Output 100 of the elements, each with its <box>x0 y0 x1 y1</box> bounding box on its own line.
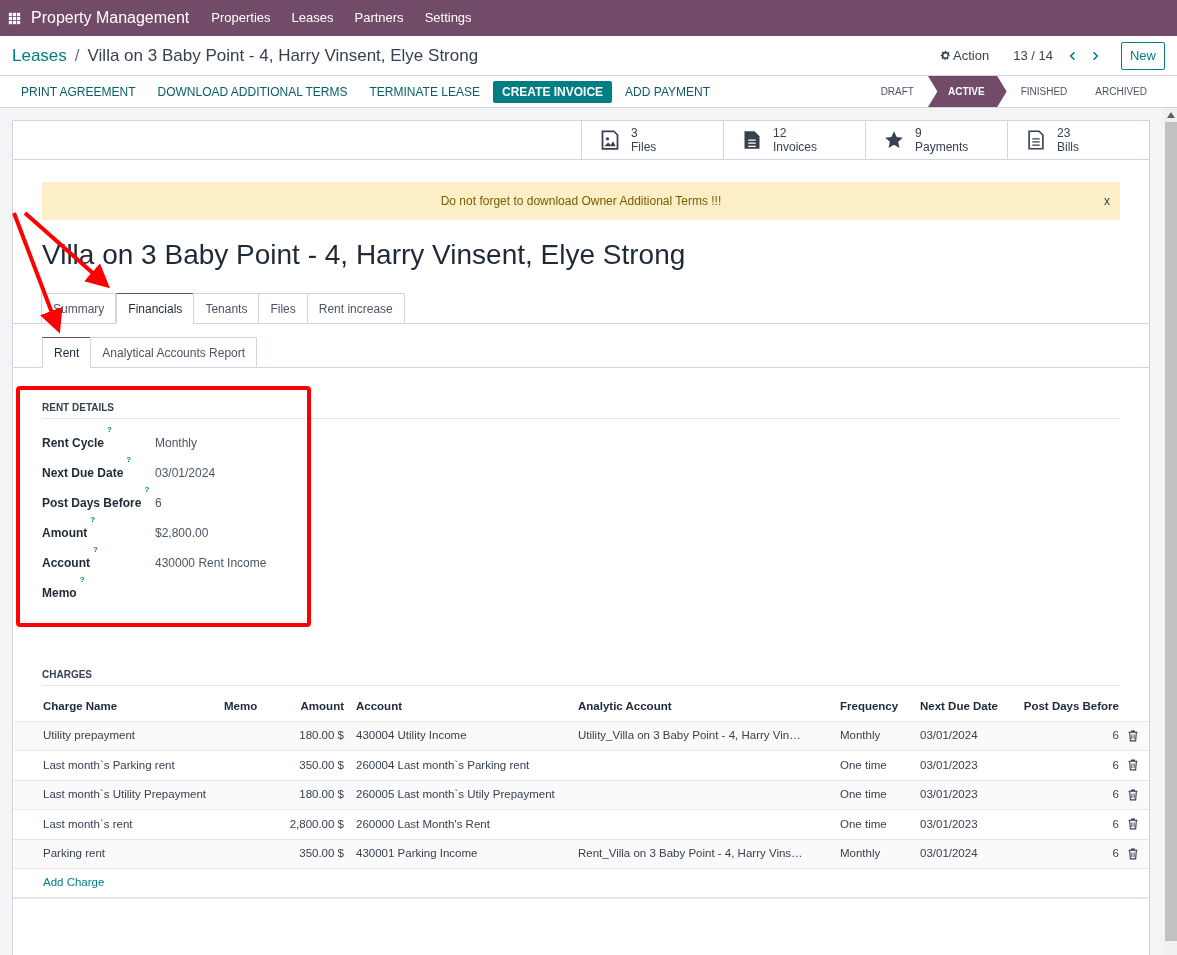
field-value: Monthly <box>155 435 198 452</box>
header-button[interactable]: DOWNLOAD ADDITIONAL TERMS <box>148 80 357 103</box>
status-stage[interactable]: ACTIVE <box>927 76 1007 107</box>
table-cell: 350.00 $ <box>278 750 350 780</box>
smart-button-label: Payments <box>915 140 969 154</box>
table-cell: 6 <box>1010 809 1125 839</box>
tab[interactable]: Rent increase <box>306 293 405 324</box>
tab[interactable]: Rent <box>42 337 92 368</box>
header-button[interactable]: PRINT AGREEMENT <box>12 80 145 103</box>
table-cell: 260000 Last Month's Rent <box>350 809 572 839</box>
header-button[interactable]: ADD PAYMENT <box>616 80 719 103</box>
delete-button[interactable] <box>1127 759 1139 772</box>
table-cell: Last month`s Parking rent <box>13 750 218 780</box>
field-label: Post Days Before <box>42 495 142 512</box>
header-button[interactable]: CREATE INVOICE <box>492 80 613 103</box>
delete-button[interactable] <box>1127 788 1139 801</box>
section-heading: RENT DETAILS <box>42 400 1120 419</box>
column-header[interactable]: Frequency <box>834 692 914 721</box>
field-value: 6 <box>155 495 162 512</box>
alert-message: Do not forget to download Owner Additional Terms !!! <box>440 193 722 210</box>
delete-button[interactable] <box>1127 847 1139 860</box>
field-label: Next Due Date <box>42 465 124 482</box>
smart-button[interactable]: 12 Invoices <box>723 121 865 159</box>
table-cell: 2,800.00 $ <box>278 809 350 839</box>
trash-icon <box>1127 729 1139 742</box>
smart-button[interactable]: 9 Payments <box>865 121 1007 159</box>
table-cell: 260004 Last month`s Parking rent <box>350 750 572 780</box>
table-cell: 430001 Parking Income <box>350 839 572 869</box>
table-cell: Last month`s rent <box>13 809 218 839</box>
breadcrumb-link[interactable]: Leases <box>12 42 67 69</box>
column-header[interactable]: Memo <box>218 692 278 721</box>
tab[interactable]: Analytical Accounts Report <box>90 337 258 368</box>
breadcrumb-separator: / <box>74 44 80 67</box>
table-cell: 03/01/2023 <box>914 780 1010 810</box>
tab[interactable]: Financials <box>116 293 195 324</box>
table-cell: 180.00 $ <box>278 721 350 751</box>
app-name[interactable]: Property Management <box>31 6 190 30</box>
gear-icon <box>940 50 952 61</box>
status-stage[interactable]: FINISHED <box>1006 76 1082 107</box>
breadcrumb-current: Villa on 3 Baby Point - 4, Harry Vinsent, Elye Strong <box>87 44 479 67</box>
table-cell: Parking rent <box>13 839 218 869</box>
table-cell: 6 <box>1010 721 1125 751</box>
table-cell: 260005 Last month`s Utily Prepayment <box>350 780 572 810</box>
status-stage[interactable]: DRAFT <box>866 76 928 107</box>
table-cell: 430004 Utility Income <box>350 721 572 751</box>
trash-icon <box>1127 788 1139 801</box>
column-header[interactable]: Account <box>350 692 572 721</box>
menu-item[interactable]: Settings <box>424 8 472 28</box>
app-grid-icon[interactable] <box>8 11 21 25</box>
table-cell: 350.00 $ <box>278 839 350 869</box>
table-cell: One time <box>834 750 914 780</box>
smart-button[interactable]: 3 Files <box>581 121 723 159</box>
table-cell: Monthly <box>834 721 914 751</box>
table-cell: One time <box>834 809 914 839</box>
pager-counter: 13 / 14 <box>1013 46 1053 65</box>
menu-item[interactable]: Leases <box>291 8 334 28</box>
smart-button[interactable]: 23 Bills <box>1007 121 1149 159</box>
document-icon <box>742 130 762 150</box>
new-button[interactable]: New <box>1121 41 1165 70</box>
smart-button-count: 3 <box>631 126 639 140</box>
smart-button-label: Files <box>631 140 657 154</box>
smart-button-count: 9 <box>915 126 923 140</box>
column-header[interactable]: Post Days Before <box>1010 692 1125 721</box>
table-cell: One time <box>834 780 914 810</box>
action-menu-button[interactable]: Action <box>940 45 990 66</box>
delete-button[interactable] <box>1127 818 1139 831</box>
column-header[interactable]: Next Due Date <box>914 692 1010 721</box>
table-cell: 180.00 $ <box>278 780 350 810</box>
field-label: Amount <box>42 525 88 542</box>
document-lines-icon <box>1026 130 1046 150</box>
scroll-up-icon[interactable] <box>1166 112 1175 118</box>
trash-icon <box>1127 818 1139 831</box>
star-icon <box>884 130 904 150</box>
status-stage[interactable]: ARCHIVED <box>1081 76 1161 107</box>
table-cell: 03/01/2024 <box>914 721 1010 751</box>
column-header[interactable]: Charge Name <box>13 692 218 721</box>
header-button[interactable]: TERMINATE LEASE <box>360 80 489 103</box>
table-cell: 03/01/2024 <box>914 839 1010 869</box>
field-label: Account <box>42 555 90 572</box>
table-cell: 6 <box>1010 780 1125 810</box>
tab[interactable]: Tenants <box>193 293 260 324</box>
menu-item[interactable]: Partners <box>354 8 404 28</box>
table-cell: Rent_Villa on 3 Baby Point - 4, Harry Vins… <box>572 839 834 869</box>
add-line-link[interactable]: Add Charge <box>43 876 105 889</box>
smart-button-count: 12 <box>773 126 788 140</box>
section-heading: CHARGES <box>42 667 1120 686</box>
field-value: 430000 Rent Income <box>155 555 267 572</box>
smart-button-label: Bills <box>1057 140 1079 154</box>
close-button[interactable]: x <box>1104 192 1110 210</box>
image-file-icon <box>600 130 620 150</box>
table-cell: 03/01/2023 <box>914 809 1010 839</box>
column-header[interactable]: Amount <box>278 692 350 721</box>
menu-item[interactable]: Properties <box>211 8 271 28</box>
column-header[interactable]: Analytic Account <box>572 692 834 721</box>
table-cell: 03/01/2023 <box>914 750 1010 780</box>
scrollbar[interactable] <box>1164 108 1177 955</box>
delete-button[interactable] <box>1127 729 1139 742</box>
trash-icon <box>1127 759 1139 772</box>
smart-button-label: Invoices <box>773 140 818 154</box>
trash-icon <box>1127 847 1139 860</box>
